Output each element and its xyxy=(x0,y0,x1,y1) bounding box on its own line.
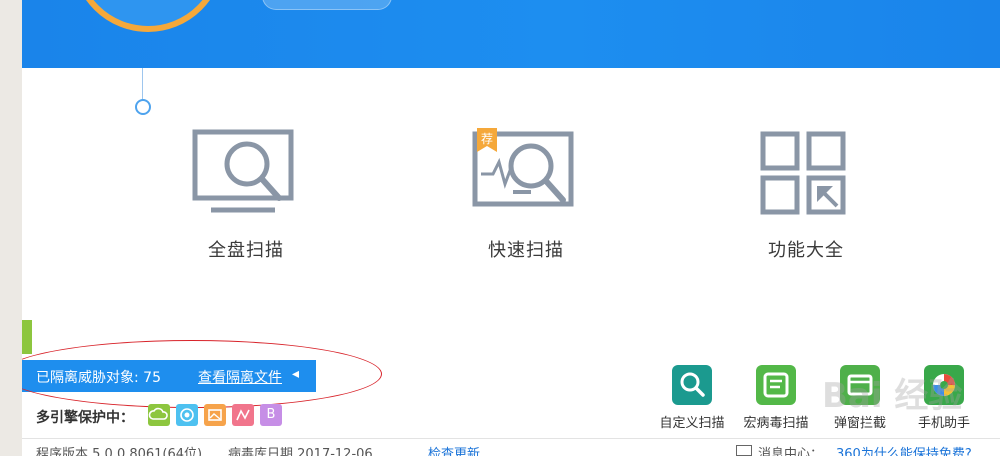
custom-scan-tool[interactable]: 自定义扫描 xyxy=(644,365,740,431)
avira-engine-icon[interactable] xyxy=(232,404,254,426)
quick-scan-label: 快速扫描 xyxy=(488,240,564,261)
popup-block-icon xyxy=(840,365,880,405)
cloud-engine-icon[interactable] xyxy=(148,404,170,426)
virus-db-date: 病毒库日期 2017-12-06 xyxy=(228,447,373,456)
quick-scan-button[interactable]: 荐 快速扫描 xyxy=(446,128,606,262)
custom-scan-label: 自定义扫描 xyxy=(659,416,725,431)
phone-assistant-tool[interactable]: 手机助手 xyxy=(896,365,992,431)
macro-virus-label: 宏病毒扫描 xyxy=(743,416,809,431)
mail-icon[interactable] xyxy=(736,445,752,456)
header-action-button[interactable] xyxy=(262,0,392,10)
custom-scan-icon xyxy=(672,365,712,405)
popup-block-tool[interactable]: 弹窗拦截 xyxy=(812,365,908,431)
message-center-label: 消息中心： xyxy=(758,447,824,456)
status-bar: 程序版本 5.0.0.8061(64位) 病毒库日期 2017-12-06 检查… xyxy=(22,439,1000,456)
all-functions-button[interactable]: 功能大全 xyxy=(726,128,886,262)
timeline-connector xyxy=(142,68,143,100)
qvm-engine-icon[interactable] xyxy=(176,404,198,426)
protection-status-ring[interactable] xyxy=(72,0,224,32)
header-banner xyxy=(22,0,1000,68)
antivirus-main-window: 全盘扫描 荐 快速扫描 功能大全 已隔离威胁对象: 75 查看隔离文件 ◂ 多引… xyxy=(22,0,1000,456)
system-repair-engine-icon[interactable] xyxy=(204,404,226,426)
monitor-magnifier-icon xyxy=(192,129,294,213)
annotation-ellipse xyxy=(22,340,382,408)
popup-block-label: 弹窗拦截 xyxy=(833,416,886,431)
side-expand-tab[interactable] xyxy=(22,320,32,354)
message-link[interactable]: 360为什么能保持免费? xyxy=(836,443,972,456)
phone-assistant-icon xyxy=(924,365,964,405)
program-version: 程序版本 5.0.0.8061(64位) xyxy=(36,447,203,456)
monitor-pulse-magnifier-icon: 荐 xyxy=(472,128,574,207)
all-functions-label: 功能大全 xyxy=(768,240,844,261)
recommend-badge-text: 荐 xyxy=(481,132,493,146)
full-scan-label: 全盘扫描 xyxy=(208,240,284,261)
bitdefender-engine-icon[interactable]: B xyxy=(260,404,282,426)
timeline-dot xyxy=(135,99,151,115)
check-update-link[interactable]: 检查更新 xyxy=(428,443,480,456)
macro-virus-tool[interactable]: 宏病毒扫描 xyxy=(728,365,824,431)
engines-label: 多引擎保护中： xyxy=(36,410,134,426)
grid-arrow-icon xyxy=(760,131,846,215)
full-scan-button[interactable]: 全盘扫描 xyxy=(166,128,326,262)
macro-virus-icon xyxy=(756,365,796,405)
phone-assistant-label: 手机助手 xyxy=(917,416,970,431)
